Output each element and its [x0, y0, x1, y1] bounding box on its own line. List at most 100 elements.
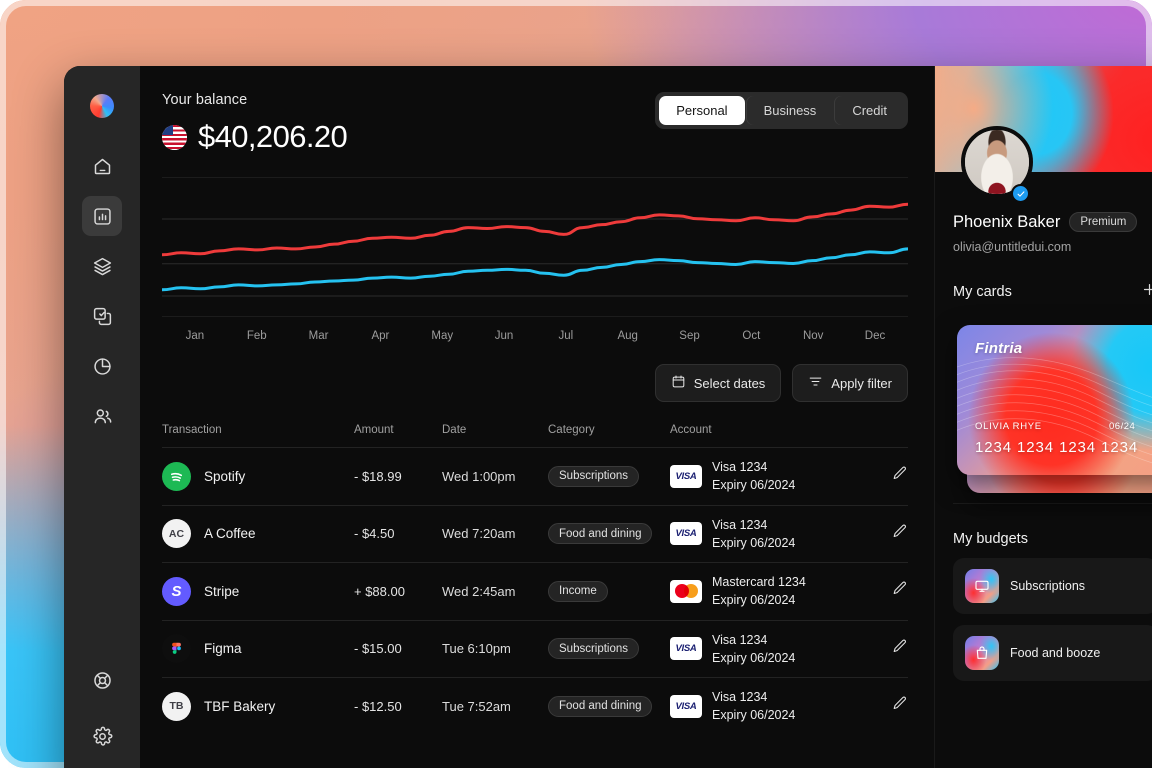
bag-icon	[965, 636, 999, 670]
balance-label: Your balance	[162, 92, 248, 108]
profile-email: olivia@untitledui.com	[953, 240, 1072, 254]
apply-filter-button[interactable]: Apply filter	[792, 364, 908, 402]
merchant-avatar: S	[162, 576, 191, 606]
premium-badge: Premium	[1069, 212, 1138, 232]
table-row[interactable]: Spotify - $18.99 Wed 1:00pm Subscriptions VI…	[162, 447, 908, 505]
visa-icon: VISA	[670, 694, 702, 718]
merchant-avatar: TB	[162, 691, 191, 721]
sidebar-item-settings[interactable]	[82, 716, 122, 756]
my-budgets-header: My budgets	[953, 531, 1152, 547]
merchant-avatar	[162, 634, 191, 664]
sidebar-item-home[interactable]	[82, 146, 122, 186]
verified-check-icon	[1011, 184, 1030, 203]
transaction-amount: - $4.50	[354, 526, 395, 542]
transaction-date: Wed 7:20am	[442, 526, 516, 542]
my-budgets-title: My budgets	[953, 531, 1028, 547]
chart-line-primary	[162, 204, 908, 255]
pencil-icon[interactable]	[891, 523, 908, 545]
table-row[interactable]: TB TBF Bakery - $12.50 Tue 7:52am Food and d…	[162, 677, 908, 735]
transaction-date: Tue 6:10pm	[442, 641, 511, 657]
balance-block: Your balance $40,206.20	[162, 92, 348, 155]
axis-tick: Jan	[185, 330, 205, 342]
main-content: Your balance $40,206.20 Personal Busines…	[140, 66, 934, 768]
account-card-label: Visa 1234	[712, 632, 768, 647]
category-badge: Food and dining	[548, 523, 653, 545]
pie-chart-icon	[92, 356, 113, 377]
pencil-icon[interactable]	[891, 695, 908, 717]
sidebar-item-layers[interactable]	[82, 246, 122, 286]
budget-item[interactable]: Subscriptions	[953, 558, 1152, 614]
account-card-label: Visa 1234	[712, 690, 768, 705]
axis-tick: Mar	[308, 330, 329, 342]
balance-header: Your balance $40,206.20 Personal Busines…	[162, 92, 934, 155]
merchant-name: A Coffee	[204, 526, 256, 542]
chart-x-axis: Jan Feb Mar Apr May Jun Jul Aug Sep Oct …	[162, 330, 908, 342]
pencil-icon[interactable]	[891, 638, 908, 660]
home-icon	[92, 156, 113, 177]
tab-credit[interactable]: Credit	[835, 96, 904, 125]
axis-tick: Oct	[742, 330, 761, 342]
category-badge: Subscriptions	[548, 638, 640, 660]
plus-icon[interactable]	[1141, 281, 1152, 303]
mastercard-icon	[670, 579, 702, 603]
profile-details: Phoenix Baker Premium olivia@untitledui.…	[935, 212, 1152, 681]
credit-card-front[interactable]: Fintria OLIVIA RHYE 06/24 1234 1234 1234…	[957, 325, 1152, 475]
users-icon	[92, 406, 113, 427]
axis-tick: Dec	[864, 330, 886, 342]
column-header-category: Category	[548, 424, 595, 436]
card-expiry: 06/24	[1109, 421, 1136, 432]
table-row[interactable]: Figma - $15.00 Tue 6:10pm Subscriptions VISA…	[162, 619, 908, 678]
us-flag-icon	[162, 124, 187, 150]
pencil-icon[interactable]	[891, 580, 908, 602]
sidebar-item-reports[interactable]	[82, 346, 122, 386]
copy-check-icon	[92, 306, 113, 327]
transaction-date: Wed 1:00pm	[442, 468, 516, 484]
account-type-tabs: Personal Business Credit	[655, 92, 908, 129]
sidebar-item-users[interactable]	[82, 396, 122, 436]
my-cards-title: My cards	[953, 284, 1012, 300]
calendar-icon	[671, 374, 686, 392]
sidebar-item-support[interactable]	[82, 660, 122, 700]
tab-personal[interactable]: Personal	[659, 96, 745, 125]
sidebar-item-analytics[interactable]	[82, 196, 122, 236]
transaction-date: Tue 7:52am	[442, 698, 511, 714]
table-row[interactable]: AC A Coffee - $4.50 Wed 7:20am Food and dini…	[162, 504, 908, 563]
app-logo-icon[interactable]	[90, 94, 114, 118]
filter-icon	[808, 374, 823, 392]
balance-chart	[162, 177, 908, 317]
merchant-name: Stripe	[204, 583, 240, 599]
layers-icon	[92, 256, 113, 277]
column-header-date: Date	[442, 424, 467, 436]
transaction-amount: - $18.99	[354, 468, 402, 484]
select-dates-button[interactable]: Select dates	[654, 364, 782, 402]
column-header-amount: Amount	[354, 424, 394, 436]
profile-name-row: Phoenix Baker Premium	[953, 212, 1152, 232]
budgets-list: Subscriptions Food and booze	[953, 558, 1152, 681]
axis-tick: Jul	[558, 330, 574, 342]
sidebar-nav	[64, 66, 140, 768]
budget-item[interactable]: Food and booze	[953, 625, 1152, 681]
category-badge: Subscriptions	[548, 465, 640, 487]
visa-icon: VISA	[670, 522, 702, 546]
account-card-label: Visa 1234	[712, 460, 768, 475]
table-row[interactable]: S Stripe + $88.00 Wed 2:45am Income Mastercar…	[162, 562, 908, 620]
app-window: Your balance $40,206.20 Personal Busines…	[64, 66, 1152, 768]
sidebar-item-tasks[interactable]	[82, 296, 122, 336]
filter-toolbar: Select dates Apply filter	[162, 364, 934, 402]
transaction-amount: - $15.00	[354, 641, 402, 657]
category-badge: Food and dining	[548, 695, 653, 717]
profile-panel: Phoenix Baker Premium olivia@untitledui.…	[934, 66, 1152, 768]
axis-tick: Apr	[371, 330, 390, 342]
profile-name: Phoenix Baker	[953, 212, 1061, 231]
budget-name: Subscriptions	[1010, 579, 1086, 593]
chart-line-secondary	[162, 249, 908, 290]
account-card-label: Mastercard 1234	[712, 575, 806, 590]
axis-tick: Feb	[246, 330, 267, 342]
tab-business[interactable]: Business	[747, 96, 834, 125]
balance-row: $40,206.20	[162, 119, 348, 155]
column-header-transaction: Transaction	[162, 424, 222, 436]
visa-icon: VISA	[670, 637, 702, 661]
merchant-name: Figma	[204, 641, 242, 657]
pencil-icon[interactable]	[891, 465, 908, 487]
axis-tick: Nov	[802, 330, 824, 342]
